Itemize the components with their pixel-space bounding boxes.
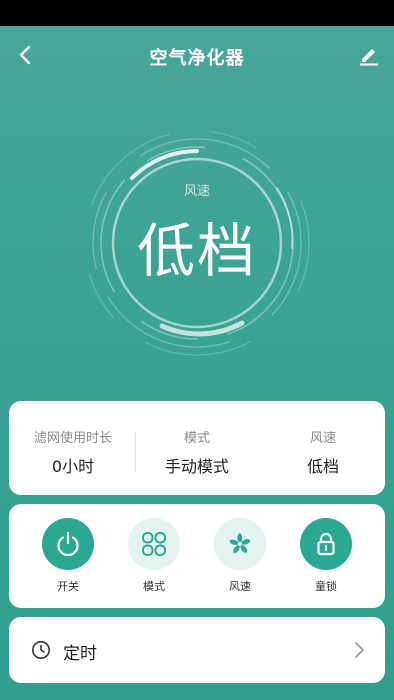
speed-button[interactable]: 风速 (210, 518, 270, 594)
mode-button[interactable]: 模式 (124, 518, 184, 594)
mode-label: 模式 (143, 580, 165, 593)
speed-info: 风速 低档 (263, 401, 383, 495)
dial-label: 风速 (183, 184, 210, 199)
fan-speed-dial: 风速 低档 (72, 118, 322, 368)
speed-label: 风速 (229, 580, 251, 593)
speed-label: 风速 (309, 431, 336, 446)
mode-info: 模式 手动模式 (137, 401, 257, 495)
child-lock-button[interactable]: 童锁 (296, 518, 356, 594)
status-bar (0, 0, 394, 26)
clock-icon (32, 641, 50, 659)
chevron-right-icon (355, 642, 364, 658)
power-button[interactable]: 开关 (38, 518, 98, 594)
timer-label: 定时 (63, 644, 97, 664)
status-card: 滤网使用时长 0小时 模式 手动模式 风速 低档 (9, 401, 385, 495)
filter-usage-label: 滤网使用时长 (33, 431, 112, 446)
control-panel: 开关 模式 风速 童锁 (9, 504, 385, 608)
divider (135, 433, 136, 471)
child-lock-label: 童锁 (315, 580, 337, 593)
speed-value: 低档 (306, 457, 339, 476)
power-icon (57, 531, 79, 557)
page-title: 空气净化器 (149, 48, 245, 69)
fan-icon (229, 533, 251, 553)
mode-label: 模式 (183, 431, 210, 446)
power-label: 开关 (57, 580, 79, 593)
dial-value: 低档 (136, 217, 257, 285)
pencil-icon (360, 49, 378, 66)
mode-circle (128, 518, 180, 570)
lock-circle (300, 518, 352, 570)
filter-usage-info: 滤网使用时长 0小时 (13, 401, 133, 495)
power-circle (42, 518, 94, 570)
edit-button[interactable] (354, 40, 384, 70)
filter-usage-value: 0小时 (51, 457, 95, 476)
speed-circle (214, 518, 266, 570)
grid-mode-icon (142, 532, 166, 556)
mode-value: 手动模式 (164, 457, 229, 476)
nav-bar: 空气净化器 (0, 26, 394, 86)
timer-row[interactable]: 定时 (9, 617, 385, 683)
lock-icon (317, 532, 335, 556)
